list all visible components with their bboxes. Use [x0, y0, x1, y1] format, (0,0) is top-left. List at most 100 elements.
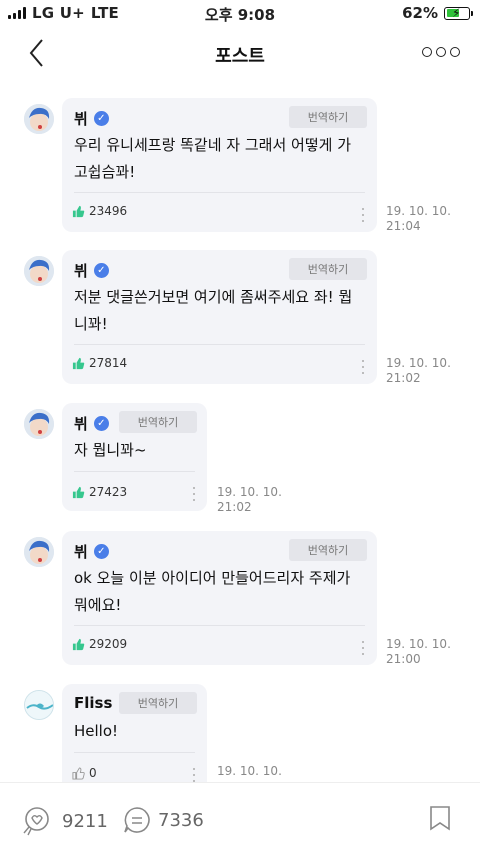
comment-text: 저분 댓글쓴거보면 여기에 좀써주세요 좌! 뭡 니꽈!	[74, 284, 352, 338]
avatar-v-image	[24, 256, 54, 286]
post-comment-button[interactable]: 7336	[122, 805, 204, 835]
comment-item: 뷔 ✓ 번역하기 저분 댓글쓴거보면 여기에 좀써주세요 좌! 뭡 니꽈! 27…	[0, 250, 480, 390]
author[interactable]: 뷔 ✓	[74, 260, 109, 281]
author[interactable]: 뷔 ✓	[74, 413, 109, 434]
comment-bubble: 뷔 ✓ 번역하기 우리 유니세프랑 똑같네 자 그래서 어떻게 가 고쉽슴꽈! …	[62, 98, 377, 232]
avatar[interactable]	[24, 537, 54, 567]
avatar-fliss-image	[25, 691, 53, 719]
comment-bubble: 뷔 ✓ 번역하기 저분 댓글쓴거보면 여기에 좀써주세요 좌! 뭡 니꽈! 27…	[62, 250, 377, 384]
like-count: 27423	[89, 485, 128, 499]
comment-date-line: 19. 10. 10.	[386, 637, 451, 651]
comment-options-button[interactable]	[359, 208, 367, 222]
verified-check-icon: ✓	[93, 416, 109, 431]
chevron-left-icon	[29, 39, 43, 67]
comment-date-line: 19. 10. 10.	[386, 356, 451, 370]
divider	[74, 625, 365, 626]
bookmark-button[interactable]	[428, 805, 452, 831]
like-count: 27814	[89, 356, 128, 370]
post-like-button[interactable]: 9211	[20, 805, 108, 837]
avatar-v-image	[24, 537, 54, 567]
comment-date: 19. 10. 10.	[217, 764, 282, 779]
comment-date: 19. 10. 10. 21:00	[386, 637, 451, 667]
author-name: 뷔	[74, 110, 88, 128]
comment-date-line: 19. 10. 10.	[386, 204, 451, 218]
more-dot-icon	[450, 47, 460, 57]
status-bar: LG U+ LTE 오후 9:08 62% ⚡	[0, 0, 480, 26]
comment-item: 뷔 ✓ 번역하기 우리 유니세프랑 똑같네 자 그래서 어떻게 가 고쉽슴꽈! …	[0, 98, 480, 238]
charging-bolt-icon: ⚡	[452, 5, 461, 20]
comment-text: ok 오늘 이분 아이디어 만들어드리자 주제가 뭐에요!	[74, 565, 350, 619]
post-comment-count: 7336	[158, 809, 204, 831]
comment-time-line: 21:02	[217, 500, 252, 514]
battery-icon: ⚡	[444, 5, 473, 20]
comment-options-button[interactable]	[190, 768, 198, 782]
avatar-v-image	[24, 104, 54, 134]
comment-date: 19. 10. 10. 21:04	[386, 204, 451, 234]
verified-check-icon: ✓	[93, 111, 109, 126]
like-count: 29209	[89, 637, 128, 651]
translate-button[interactable]: 번역하기	[289, 258, 367, 280]
comment-text-line: 뭐에요!	[74, 596, 122, 614]
author[interactable]: 뷔 ✓	[74, 108, 109, 129]
more-options-button[interactable]	[422, 44, 460, 60]
comment-options-button[interactable]	[190, 487, 198, 501]
comment-text-line: 자 뭡니꽈~	[74, 441, 147, 459]
comment-item: 뷔 ✓ 번역하기 자 뭡니꽈~ 27423 19. 10. 10. 21:02	[0, 403, 480, 515]
translate-button[interactable]: 번역하기	[289, 106, 367, 128]
comment-options-button[interactable]	[359, 360, 367, 374]
comment-date-line: 19. 10. 10.	[217, 485, 282, 499]
author[interactable]: Fliss	[74, 694, 112, 712]
battery-percent: 62%	[402, 4, 438, 22]
page-title: 포스트	[215, 46, 265, 67]
back-button[interactable]	[22, 36, 54, 70]
avatar[interactable]	[24, 690, 54, 720]
like-count: 23496	[89, 204, 128, 218]
author-name: 뷔	[74, 415, 88, 433]
like-button[interactable]: 0	[72, 766, 97, 780]
divider	[74, 344, 365, 345]
like-button[interactable]: 27814	[72, 356, 127, 370]
post-header: 포스트	[0, 30, 480, 76]
comment-item: 뷔 ✓ 번역하기 ok 오늘 이분 아이디어 만들어드리자 주제가 뭐에요! 2…	[0, 531, 480, 671]
translate-button[interactable]: 번역하기	[289, 539, 367, 561]
like-button[interactable]: 23496	[72, 204, 127, 218]
avatar[interactable]	[24, 104, 54, 134]
author-name: 뷔	[74, 262, 88, 280]
like-count: 0	[89, 766, 97, 780]
comment-text: 우리 유니세프랑 똑같네 자 그래서 어떻게 가 고쉽슴꽈!	[74, 132, 351, 186]
like-button[interactable]: 27423	[72, 485, 127, 499]
comment-time-line: 21:00	[386, 652, 421, 666]
thumbs-up-icon	[72, 205, 85, 217]
thumbs-up-icon	[72, 486, 85, 498]
comment-bubble: 뷔 ✓ 번역하기 자 뭡니꽈~ 27423	[62, 403, 207, 511]
author-name: Fliss	[74, 694, 113, 712]
translate-button[interactable]: 번역하기	[119, 411, 197, 433]
comment-text-line: 저분 댓글쓴거보면 여기에 좀써주세요 좌! 뭡	[74, 288, 353, 306]
comment-date-line: 19. 10. 10.	[217, 764, 282, 778]
comment-text-line: 니꽈!	[74, 315, 108, 333]
comment-text-line: 고쉽슴꽈!	[74, 163, 136, 181]
comment-text: 자 뭡니꽈~	[74, 437, 147, 464]
bottom-action-bar: 9211 7336	[0, 782, 480, 854]
thumbs-up-icon	[72, 638, 85, 650]
comment-time-line: 21:04	[386, 219, 421, 233]
status-right: 62% ⚡	[402, 4, 473, 22]
comment-bubble: Fliss 번역하기 Hello! 0	[62, 684, 207, 794]
comment-text-line: Hello!	[74, 722, 119, 740]
avatar[interactable]	[24, 256, 54, 286]
author-name: 뷔	[74, 543, 88, 561]
avatar-v-image	[24, 409, 54, 439]
comment-bubble: 뷔 ✓ 번역하기 ok 오늘 이분 아이디어 만들어드리자 주제가 뭐에요! 2…	[62, 531, 377, 665]
post-like-count: 9211	[62, 810, 108, 832]
avatar[interactable]	[24, 409, 54, 439]
author[interactable]: 뷔 ✓	[74, 541, 109, 562]
like-button[interactable]: 29209	[72, 637, 127, 651]
comment-text-line: 우리 유니세프랑 똑같네 자 그래서 어떻게 가	[74, 136, 352, 154]
thumbs-up-outline-icon	[72, 766, 85, 780]
comment-options-button[interactable]	[359, 641, 367, 655]
translate-button[interactable]: 번역하기	[119, 692, 197, 714]
divider	[74, 192, 365, 193]
more-dot-icon	[436, 47, 446, 57]
comment-bubble-icon	[124, 807, 150, 833]
comment-text: Hello!	[74, 718, 118, 745]
